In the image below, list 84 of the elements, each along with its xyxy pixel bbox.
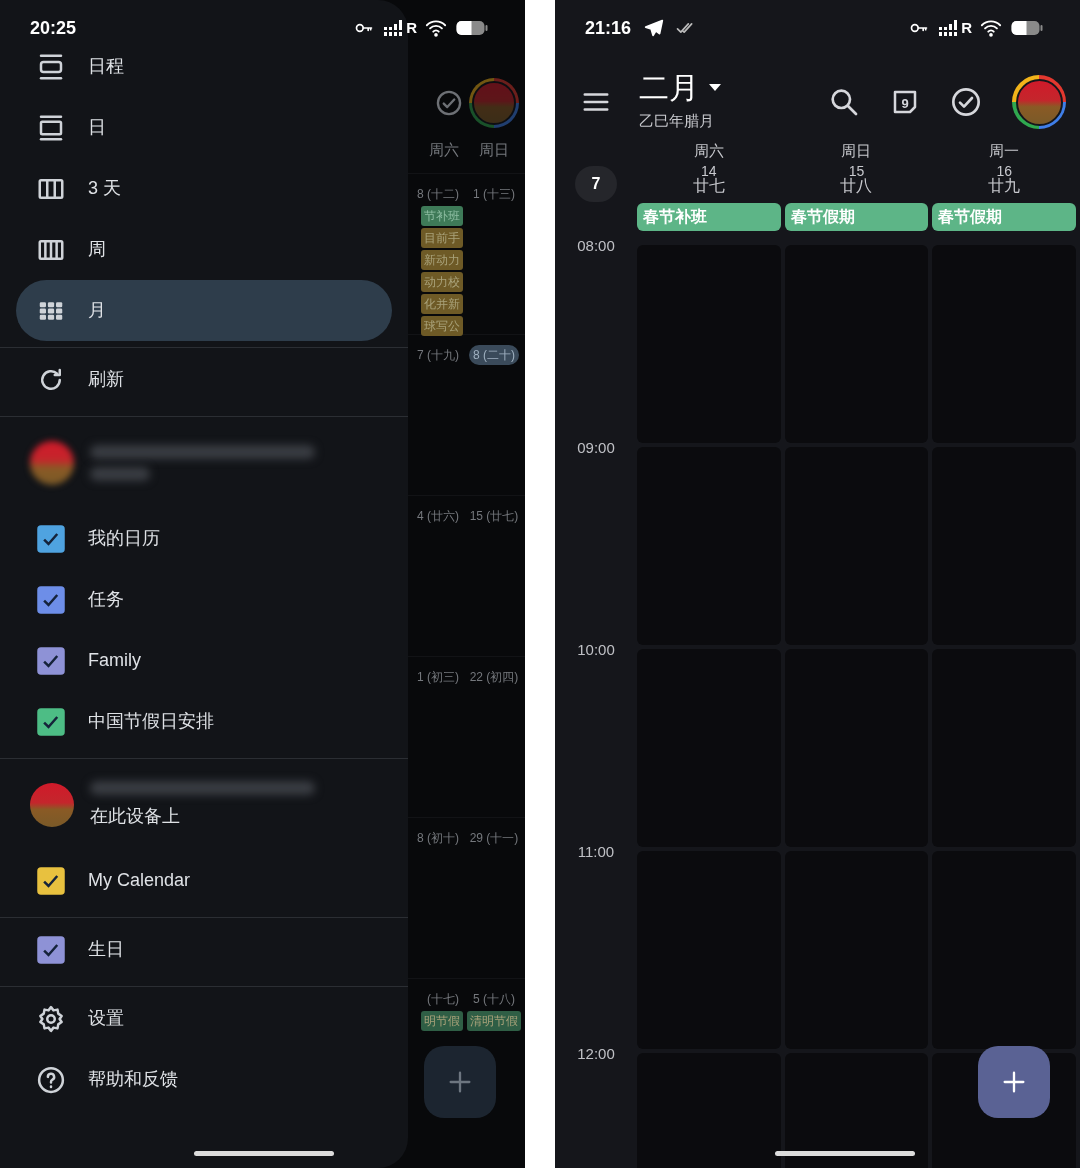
- weekday-label: 周六: [428, 140, 460, 161]
- search-button[interactable]: [828, 86, 860, 118]
- help-icon: [36, 1064, 66, 1095]
- time-label: 09:00: [576, 438, 616, 457]
- date-label[interactable]: 8 (初十): [413, 828, 463, 848]
- checkbox[interactable]: [36, 523, 66, 554]
- event-chip[interactable]: 节补班: [421, 206, 463, 226]
- event-chip[interactable]: 新动力: [421, 250, 463, 270]
- battery-icon: [455, 18, 489, 38]
- drawer-item[interactable]: 周: [16, 219, 392, 280]
- event-chip[interactable]: 球写公: [421, 316, 463, 336]
- all-day-event[interactable]: 春节假期: [784, 202, 929, 231]
- add-button[interactable]: [978, 1046, 1050, 1118]
- lunar-date: 廿七: [692, 178, 725, 195]
- drawer-item[interactable]: 帮助和反馈: [16, 1049, 392, 1110]
- weekday-label: 周六: [693, 141, 724, 161]
- all-day-event[interactable]: 春节假期: [932, 202, 1076, 231]
- settings-icon: [36, 1003, 66, 1034]
- date-label[interactable]: 7 (十九): [413, 345, 463, 365]
- date-label[interactable]: 22 (初四): [465, 667, 523, 687]
- drawer-item[interactable]: 日: [16, 97, 392, 158]
- event-chip[interactable]: 目前手: [421, 228, 463, 248]
- roaming-indicator: R: [961, 17, 972, 38]
- drawer-item[interactable]: Family: [16, 630, 392, 691]
- caret-icon: [709, 84, 721, 92]
- drawer-item[interactable]: 中国节假日安排: [16, 691, 392, 752]
- lunar-date: 廿八: [840, 178, 873, 195]
- signal-icon: [382, 18, 405, 38]
- date-label[interactable]: 8 (二十): [469, 345, 519, 365]
- date-label[interactable]: 4 (廿六): [413, 506, 463, 526]
- check-circle-icon: [950, 86, 982, 118]
- today-button[interactable]: 9: [890, 87, 920, 117]
- roaming-indicator: R: [406, 17, 417, 38]
- lunar-month-label: 乙巳年腊月: [639, 111, 715, 132]
- week-number: 7: [575, 166, 617, 202]
- checkbox[interactable]: [36, 584, 66, 615]
- drawer-item[interactable]: 月: [16, 280, 392, 341]
- drawer-item[interactable]: 生日: [16, 919, 392, 980]
- account-subtitle: 在此设备上: [90, 804, 181, 828]
- event-chip[interactable]: 化并新: [421, 294, 463, 314]
- paper-plane-icon: [643, 17, 666, 39]
- time-label: 12:00: [576, 1044, 616, 1063]
- signal-icon: [937, 18, 960, 38]
- drawer-item[interactable]: 刷新: [16, 349, 392, 410]
- redacted-text: [90, 467, 150, 481]
- time-label: 11:00: [576, 842, 616, 861]
- time-label: 08:00: [576, 236, 616, 255]
- date-label[interactable]: 5 (十八): [469, 989, 519, 1009]
- drawer-item[interactable]: My Calendar: [16, 850, 392, 911]
- date-label[interactable]: 8 (十二): [413, 184, 463, 204]
- lunar-date: 廿九: [988, 178, 1021, 195]
- date-number: 16: [996, 164, 1012, 178]
- date-number: 15: [848, 164, 865, 178]
- time-label: 10:00: [576, 640, 616, 659]
- avatar: [30, 783, 74, 827]
- weekday-label: 周日: [478, 140, 510, 161]
- checkbox[interactable]: [36, 934, 66, 965]
- month-dropdown[interactable]: 二月: [639, 71, 721, 105]
- status-time: 21:16: [585, 16, 632, 40]
- date-label[interactable]: 1 (十三): [469, 184, 519, 204]
- checkbox[interactable]: [36, 865, 66, 896]
- date-label[interactable]: 29 (十一): [465, 828, 523, 848]
- event-chip[interactable]: 清明节假: [467, 1011, 521, 1031]
- date-label[interactable]: (十七): [423, 989, 463, 1009]
- event-chip[interactable]: 明节假: [421, 1011, 463, 1031]
- all-day-event[interactable]: 春节补班: [637, 202, 781, 231]
- search-icon: [828, 86, 860, 118]
- drawer-item[interactable]: 任务: [16, 569, 392, 630]
- avatar[interactable]: [1012, 75, 1066, 129]
- weekday-label: 周日: [841, 141, 872, 161]
- drawer-item[interactable]: 我的日历: [16, 508, 392, 569]
- date-label[interactable]: 15 (廿七): [465, 506, 523, 526]
- battery-icon: [1010, 18, 1044, 38]
- check-circle-icon: [435, 89, 463, 117]
- checkbox[interactable]: [36, 706, 66, 737]
- drawer-item[interactable]: 设置: [16, 988, 392, 1049]
- drawer-item[interactable]: 3 天: [16, 158, 392, 219]
- weekday-label: 周一: [989, 141, 1020, 161]
- date-number: 14: [701, 164, 717, 178]
- avatar: [30, 441, 74, 485]
- tasks-button[interactable]: [950, 86, 982, 118]
- event-chip[interactable]: 动力校: [421, 272, 463, 292]
- date-label[interactable]: 1 (初三): [413, 667, 463, 687]
- checkbox[interactable]: [36, 645, 66, 676]
